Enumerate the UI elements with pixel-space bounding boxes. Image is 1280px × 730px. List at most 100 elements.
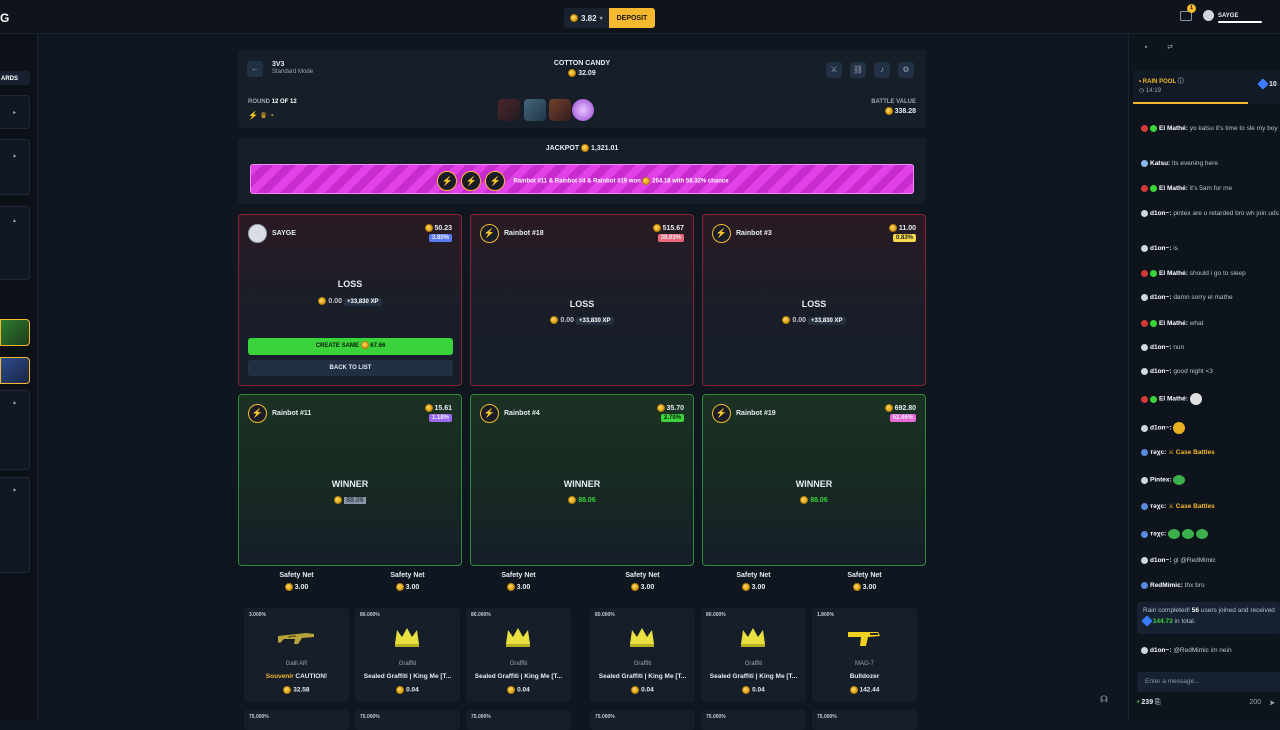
item-card[interactable]: 75.000% <box>466 710 571 730</box>
jackpot-chance: with 58.32% chance <box>672 178 729 185</box>
chevron-down-icon[interactable]: ▾ <box>600 15 603 22</box>
coin-icon <box>852 583 861 591</box>
round-mode-icons: ⚡♛◔ <box>248 111 276 120</box>
drop-chance: 75.000% <box>249 714 269 720</box>
result-label: WINNER <box>795 479 833 489</box>
jackpot-summary: Rainbot #11 & Rainbot #4 & Rainbot #19 w… <box>513 178 641 185</box>
sidebar-item-timer[interactable] <box>0 357 30 384</box>
item-card[interactable]: 75.000% <box>590 710 695 730</box>
item-card[interactable]: 80.000% Graffiti Sealed Graffiti | King … <box>590 608 695 702</box>
item-card[interactable]: 80.000% Graffiti Sealed Graffiti | King … <box>701 608 806 702</box>
item-group-price: 3.00 <box>405 583 420 591</box>
item-column: Safety Net 3.00 3.000% Galil AR Souvenir… <box>241 572 352 730</box>
coin-icon <box>283 686 292 694</box>
item-column: Safety Net 3.00 80.000% Graffiti Sealed … <box>587 572 698 730</box>
sound-icon[interactable]: ♪ <box>874 62 890 78</box>
chat-message: d1on~: pintex are u retarded bro wh join… <box>1141 209 1280 219</box>
bolt-icon: ⚡ <box>248 404 267 423</box>
chat-message: El Mathé: should i go to sleep <box>1141 269 1280 279</box>
chat-input[interactable]: Enter a message... <box>1137 672 1280 692</box>
settings-icon[interactable]: ⚙ <box>898 62 914 78</box>
chevron-up-icon[interactable]: ▴ <box>13 217 16 224</box>
chat-message: Pintex: <box>1141 475 1280 486</box>
item-type: Graffiti <box>633 661 652 667</box>
item-card[interactable]: 80.000% Graffiti Sealed Graffiti | King … <box>466 608 571 702</box>
item-name: Bulldozer <box>849 673 880 680</box>
bolt-icon: ⚡ <box>461 171 482 191</box>
item-card[interactable]: 1.800% MAG-7 Bulldozer 142.44 <box>812 608 917 702</box>
chevron-up-icon[interactable]: ▴ <box>13 152 16 159</box>
player-name: Rainbot #18 <box>504 230 544 237</box>
chevron-right-icon[interactable]: ▸ <box>13 109 16 116</box>
item-group-name: Safety Net <box>625 572 660 579</box>
item-group-price: 3.00 <box>751 583 766 591</box>
item-group-name: Safety Net <box>279 572 314 579</box>
coin-icon <box>741 583 750 591</box>
avatar <box>248 224 267 243</box>
rain-pool[interactable]: • RAIN POOL ⓘ ◷ 14:19 10 <box>1133 70 1280 104</box>
sidebar-section[interactable]: ▸ <box>0 95 30 129</box>
info-icon[interactable]: ⓘ <box>1178 79 1184 85</box>
deposit-button[interactable]: DEPOSIT <box>608 8 656 28</box>
sidebar-item-glasses[interactable] <box>0 319 30 346</box>
item-type: Graffiti <box>744 661 763 667</box>
item-price: 0.04 <box>517 686 530 694</box>
send-icon[interactable]: ➤ <box>1269 699 1275 707</box>
chat-message: d1on~: is <box>1141 244 1280 254</box>
chevron-up-icon[interactable]: ▴ <box>13 486 16 493</box>
chat-message: El Mathé: it's 5am for me <box>1141 184 1280 194</box>
swords-icon: ⚔ <box>1168 503 1174 510</box>
item-card[interactable]: 75.000% <box>244 710 349 730</box>
rules-icon[interactable]: ⎘ <box>1155 699 1161 706</box>
drop-chance: 75.000% <box>360 714 380 720</box>
emoji-icon <box>1182 529 1195 539</box>
chat-bubble-icon[interactable]: ▪ <box>1139 42 1153 54</box>
battle-value: 338.28 <box>894 107 916 115</box>
leaderboards-button[interactable]: ARDS <box>0 71 30 85</box>
jackpot-amount: 1,321.01 <box>591 144 619 152</box>
item-card[interactable]: 75.000% <box>355 710 460 730</box>
player-value: 15.61 <box>434 404 452 412</box>
swords-icon[interactable]: ⚔ <box>826 62 842 78</box>
jackpot-bar: ⚡ ⚡ ⚡ Rainbot #11 & Rainbot #4 & Rainbot… <box>250 164 914 194</box>
crown-icon <box>506 628 530 647</box>
balance-widget[interactable]: 3.82 ▾ DEPOSIT <box>564 8 656 28</box>
item-price: 32.58 <box>293 686 310 694</box>
drop-chance: 80.000% <box>595 612 615 618</box>
headset-support-icon[interactable]: ☊ <box>1100 694 1112 706</box>
emoji-icon <box>1168 529 1181 539</box>
drop-chance: 75.000% <box>817 714 837 720</box>
sidebar-section[interactable]: ▴ <box>0 206 30 280</box>
item-card[interactable]: 3.000% Galil AR Souvenir CAUTION! 32.58 <box>244 608 349 702</box>
item-name: Sealed Graffiti | King Me [T... <box>709 673 798 680</box>
coin-icon <box>568 496 577 504</box>
swap-icon[interactable]: ⇄ <box>1163 42 1177 54</box>
item-card[interactable]: 80.000% Graffiti Sealed Graffiti | King … <box>355 608 460 702</box>
sidebar-section[interactable]: ▴ <box>0 477 30 573</box>
coin-icon <box>884 107 893 115</box>
drop-chance: 80.000% <box>706 612 726 618</box>
item-name: Sealed Graffiti | King Me [T... <box>474 673 563 680</box>
sidebar-section[interactable]: ▴ <box>0 139 30 195</box>
coin-icon <box>360 341 369 350</box>
create-same-button[interactable]: CREATE SAME 67.66 <box>248 338 453 355</box>
link-icon[interactable]: ⛓ <box>850 62 866 78</box>
coin-icon <box>395 583 404 591</box>
sidebar-section[interactable]: ▴ <box>0 390 30 470</box>
item-group-name: Safety Net <box>390 572 425 579</box>
player-name: Rainbot #3 <box>736 230 772 237</box>
site-logo[interactable]: G <box>0 11 9 25</box>
item-card[interactable]: 75.000% <box>812 710 917 730</box>
chat-message: RedMimic: thx bro <box>1141 581 1280 591</box>
player-card: ⚡ Rainbot #3 11.00 0.83% LOSS 0.00 +33,8… <box>702 214 926 386</box>
item-column: Safety Net 3.00 80.000% Graffiti Sealed … <box>352 572 463 730</box>
chevron-up-icon[interactable]: ▴ <box>13 399 16 406</box>
rain-progress-bar <box>1133 102 1248 104</box>
coin-icon <box>334 496 343 504</box>
item-group-price: 3.00 <box>862 583 877 591</box>
user-menu[interactable]: SAYGE <box>1203 10 1262 23</box>
item-column: Safety Net 3.00 80.000% Graffiti Sealed … <box>698 572 809 730</box>
item-card[interactable]: 75.000% <box>701 710 806 730</box>
notification-icon[interactable]: 1 <box>1180 4 1196 21</box>
back-to-list-button[interactable]: BACK TO LIST <box>248 360 453 376</box>
